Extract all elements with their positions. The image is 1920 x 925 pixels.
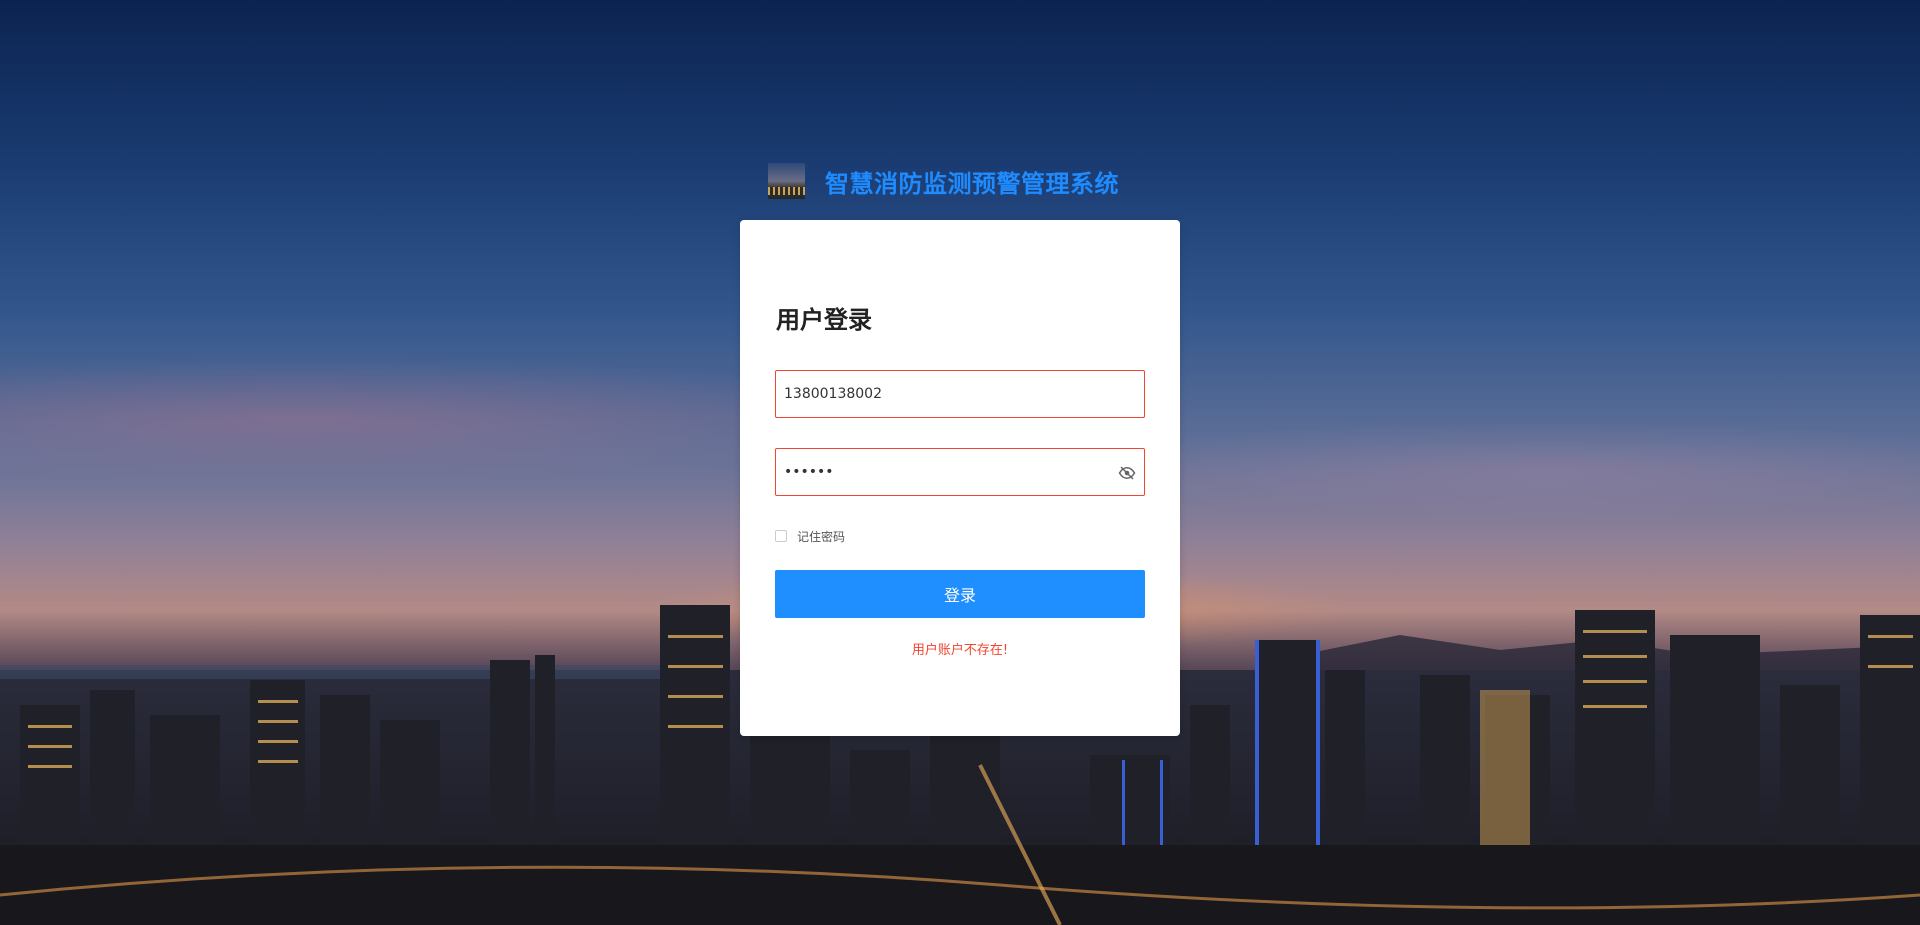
login-heading: 用户登录 — [776, 306, 872, 334]
remember-password-row[interactable]: 记住密码 — [775, 526, 845, 546]
system-title: 智慧消防监测预警管理系统 — [825, 169, 1119, 198]
brand-header: 智慧消防监测预警管理系统 — [768, 163, 1119, 199]
remember-checkbox[interactable] — [775, 530, 787, 542]
password-input[interactable] — [776, 449, 1104, 495]
password-field[interactable] — [775, 448, 1145, 496]
error-message: 用户账户不存在! — [911, 643, 1009, 658]
eye-off-icon[interactable] — [1118, 464, 1136, 482]
username-input[interactable] — [776, 371, 1104, 417]
city-thumbnail-logo-icon — [768, 163, 805, 199]
login-button[interactable]: 登录 — [775, 570, 1145, 618]
login-card: 用户登录 记住密码 登录 用户账户不存在! — [740, 220, 1180, 736]
username-field[interactable] — [775, 370, 1145, 418]
remember-label: 记住密码 — [797, 529, 846, 544]
